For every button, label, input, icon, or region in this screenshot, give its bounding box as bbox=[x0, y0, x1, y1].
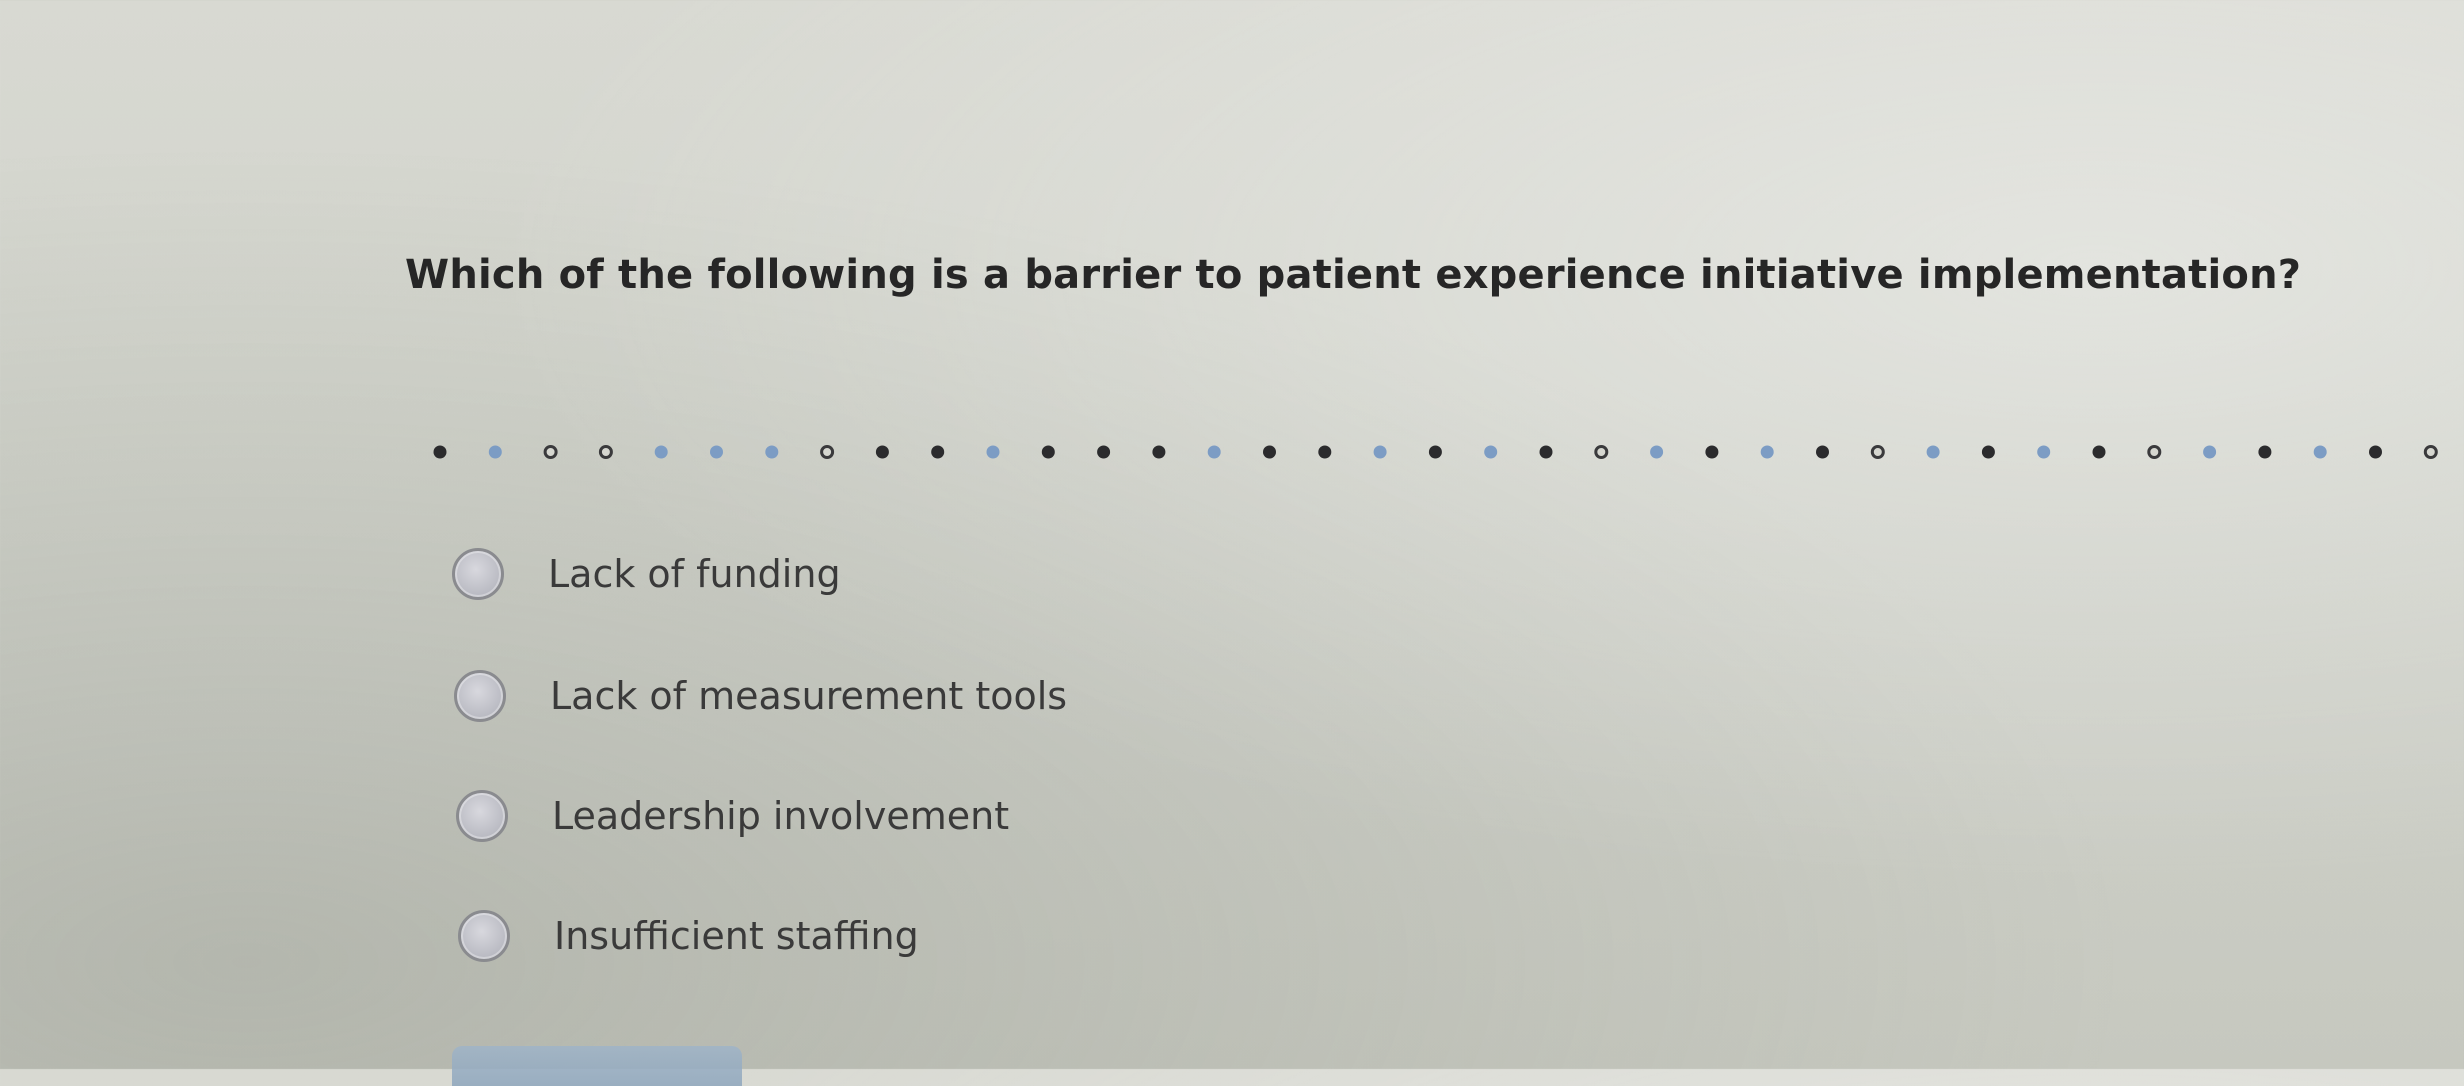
divider-dot bbox=[2313, 445, 2327, 459]
divider-dot bbox=[2203, 445, 2217, 459]
divider-dot bbox=[1097, 445, 1111, 459]
divider-dot bbox=[2147, 445, 2162, 459]
divider-dot bbox=[1041, 445, 1055, 459]
divider-dot bbox=[1705, 445, 1719, 459]
divider-dot bbox=[543, 445, 558, 459]
divider-dot bbox=[1539, 445, 1553, 459]
divider-dot bbox=[1981, 445, 1995, 459]
divider-dot bbox=[433, 445, 447, 459]
answer-option-label: Insufficient staffing bbox=[554, 914, 919, 958]
divider-dot bbox=[1207, 445, 1221, 459]
divider-dot bbox=[931, 445, 945, 459]
divider-dot bbox=[654, 445, 668, 459]
divider-dot bbox=[2369, 445, 2382, 459]
dotted-divider-graphic bbox=[433, 445, 2438, 459]
divider-dot bbox=[986, 445, 1000, 459]
divider-dot bbox=[765, 445, 779, 459]
quiz-screen: Which of the following is a barrier to p… bbox=[0, 0, 2464, 1086]
divider-dot bbox=[2092, 445, 2106, 459]
divider-dot bbox=[1484, 445, 1498, 459]
divider-dot bbox=[1650, 445, 1664, 459]
divider-dot bbox=[1152, 445, 1166, 459]
divider-dot bbox=[2037, 445, 2051, 459]
answer-option-label: Lack of funding bbox=[548, 552, 841, 596]
divider-dot bbox=[1870, 445, 1885, 459]
answer-option-label: Lack of measurement tools bbox=[550, 674, 1068, 718]
divider-dot bbox=[1816, 445, 1829, 459]
divider-dot bbox=[1263, 445, 1276, 459]
answer-option-1[interactable]: Lack of funding bbox=[452, 548, 841, 600]
divider-dot bbox=[1318, 445, 1332, 459]
answer-option-label: Leadership involvement bbox=[552, 794, 1010, 838]
dotted-divider bbox=[430, 440, 2464, 464]
divider-dot bbox=[1594, 445, 1609, 459]
divider-dot bbox=[2258, 445, 2272, 459]
question-text: Which of the following is a barrier to p… bbox=[405, 252, 2302, 298]
radio-button-4[interactable] bbox=[458, 910, 510, 962]
answer-option-4[interactable]: Insufficient staffing bbox=[458, 910, 919, 962]
divider-dot bbox=[1760, 445, 1774, 459]
divider-dot bbox=[710, 445, 723, 459]
divider-dot bbox=[2423, 445, 2438, 459]
radio-button-1[interactable] bbox=[452, 548, 504, 600]
divider-dot bbox=[1428, 445, 1442, 459]
answer-option-2[interactable]: Lack of measurement tools bbox=[454, 670, 1067, 722]
divider-dot bbox=[598, 445, 613, 459]
divider-dot bbox=[1926, 445, 1940, 459]
answer-option-3[interactable]: Leadership involvement bbox=[456, 790, 1009, 842]
divider-dot bbox=[875, 445, 889, 459]
next-button[interactable] bbox=[452, 1046, 742, 1086]
divider-dot bbox=[1373, 445, 1387, 459]
divider-dot bbox=[488, 445, 502, 459]
radio-button-3[interactable] bbox=[456, 790, 508, 842]
radio-button-2[interactable] bbox=[454, 670, 506, 722]
divider-dot bbox=[820, 445, 835, 459]
